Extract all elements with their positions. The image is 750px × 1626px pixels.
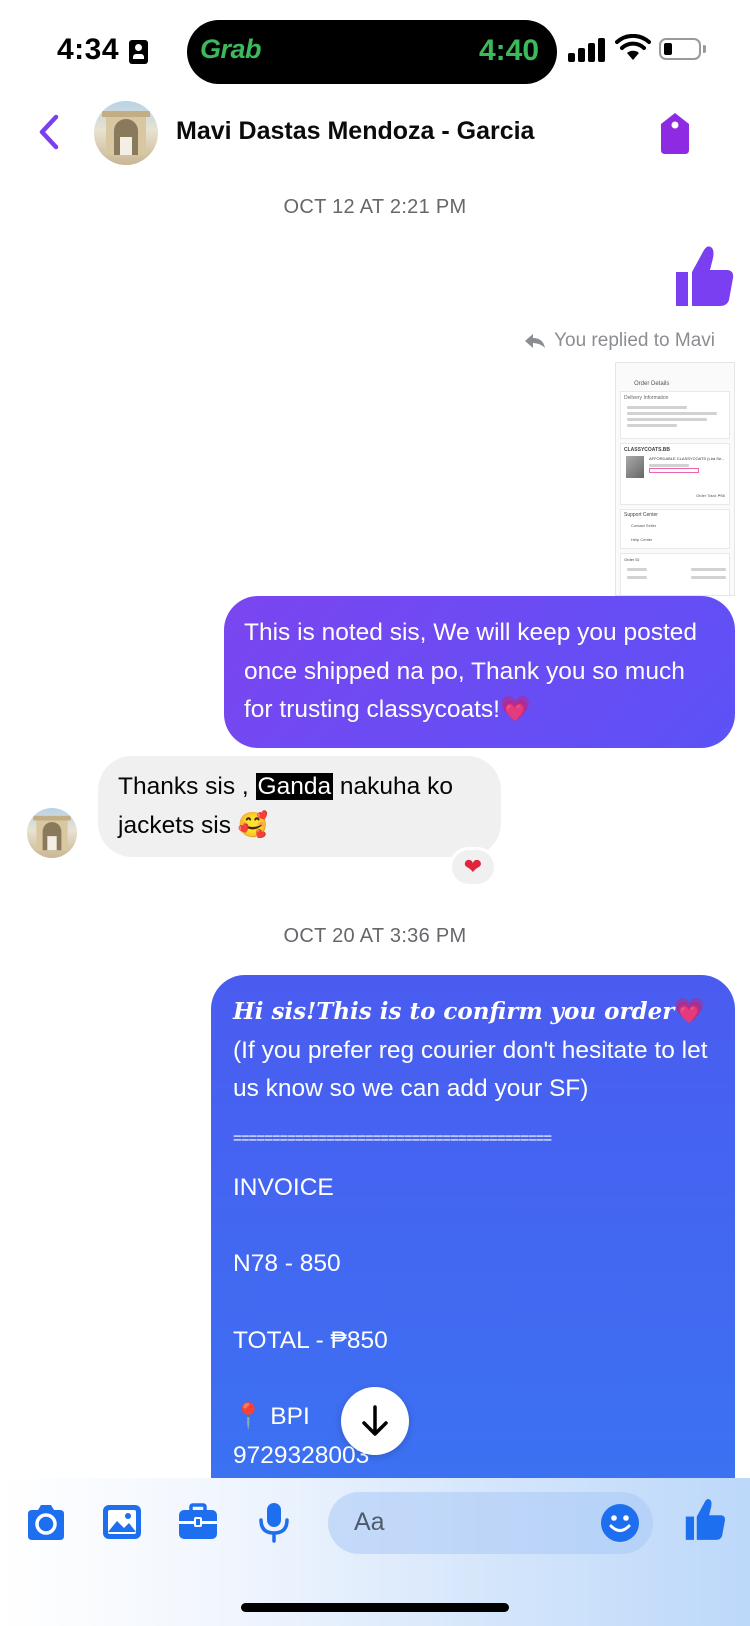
screenshot-title: Order Details (634, 381, 670, 387)
status-bar: 4:34 Grab 4:40 (0, 0, 750, 95)
reply-arrow-icon (525, 334, 546, 348)
grab-logo: Grab (200, 34, 262, 64)
briefcase-icon[interactable] (176, 1500, 220, 1544)
tag-icon[interactable] (655, 110, 695, 156)
avatar-photo-icon (102, 111, 150, 155)
contact-card-icon (129, 40, 148, 64)
order-screenshot-thumbnail[interactable]: Order Details Delivery Information CLASS… (615, 362, 735, 596)
island-time: 4:40 (478, 34, 539, 67)
wifi-icon (615, 34, 651, 60)
arrow-down-icon (362, 1405, 388, 1436)
separator-line: ========================================… (233, 1129, 552, 1147)
battery-icon (659, 38, 706, 60)
avatar-photo-icon (33, 815, 71, 851)
camera-icon[interactable] (24, 1500, 68, 1544)
screenshot-product: AFFORDABLE CLASSYCOATS (Lira Se... (649, 456, 725, 461)
status-time: 4:34 (57, 33, 120, 66)
screenshot-delivery-box: Delivery Information (620, 391, 730, 439)
bank-name: 📍 BPI (233, 1403, 310, 1430)
screenshot-product-image (626, 456, 644, 478)
incoming-message[interactable]: Thanks sis , Ganda nakuha ko jackets sis… (98, 756, 501, 857)
invoice-item: N78 - 850 (233, 1250, 341, 1277)
screenshot-product-box: CLASSYCOATS.BB AFFORDABLE CLASSYCOATS (L… (620, 443, 730, 505)
greeting-text: Hi sis! (233, 998, 317, 1025)
highlighted-word: Ganda (255, 773, 334, 800)
invoice-total: TOTAL - ₱850 (233, 1326, 388, 1354)
heart-emoji: 💗 (674, 998, 705, 1025)
reply-note: You replied to Mavi (524, 330, 715, 352)
screenshot-help-center: Help Center (631, 537, 653, 542)
heart-reaction-icon[interactable]: ❤ (449, 847, 497, 887)
timestamp: OCT 20 AT 3:36 PM (283, 925, 467, 947)
invoice-heading: INVOICE (233, 1173, 334, 1201)
courier-note: (If you prefer reg courier don't hesitat… (233, 1036, 708, 1103)
screenshot-order-id: Order ID (624, 557, 640, 562)
screenshot-support-box: Support Center Contact Seller Help Cente… (620, 509, 730, 549)
sender-avatar[interactable] (27, 808, 77, 858)
incoming-message-text: Thanks sis , (118, 773, 256, 800)
contact-avatar[interactable] (94, 101, 158, 165)
screenshot-order-box: Order ID (620, 553, 730, 595)
confirm-text: This is to confirm you order (316, 998, 675, 1025)
chat-header: Mavi Dastas Mendoza - Garcia (0, 95, 750, 170)
cellular-signal-icon (568, 38, 608, 62)
contact-name[interactable]: Mavi Dastas Mendoza - Garcia (176, 117, 534, 146)
outgoing-invoice-message[interactable]: Hi sis!This is to confirm you order💗 (If… (211, 975, 735, 1495)
message-input-placeholder: Aa (354, 1508, 385, 1536)
screenshot-order-total: Order Total: ₱56 (695, 493, 725, 498)
thumbs-up-icon[interactable] (672, 242, 736, 312)
home-indicator[interactable] (241, 1603, 509, 1612)
screenshot-section: Delivery Information (624, 395, 669, 401)
message-input[interactable]: Aa (328, 1492, 653, 1554)
timestamp: OCT 12 AT 2:21 PM (283, 196, 467, 218)
screenshot-support: Support Center (624, 512, 658, 518)
scroll-to-bottom-button[interactable] (341, 1387, 409, 1455)
account-number: 9729328003 (233, 1441, 370, 1469)
back-button[interactable] (30, 109, 70, 155)
emoji-icon[interactable] (599, 1502, 641, 1544)
send-like-icon[interactable] (682, 1496, 728, 1544)
gallery-icon[interactable] (100, 1500, 144, 1544)
dynamic-island[interactable]: Grab 4:40 (187, 20, 557, 84)
microphone-icon[interactable] (252, 1500, 296, 1544)
screenshot-shop: CLASSYCOATS.BB (624, 447, 671, 453)
outgoing-message[interactable]: This is noted sis, We will keep you post… (224, 596, 735, 748)
screenshot-contact-seller: Contact Seller (631, 523, 657, 528)
reply-note-text: You replied to Mavi (554, 330, 715, 351)
